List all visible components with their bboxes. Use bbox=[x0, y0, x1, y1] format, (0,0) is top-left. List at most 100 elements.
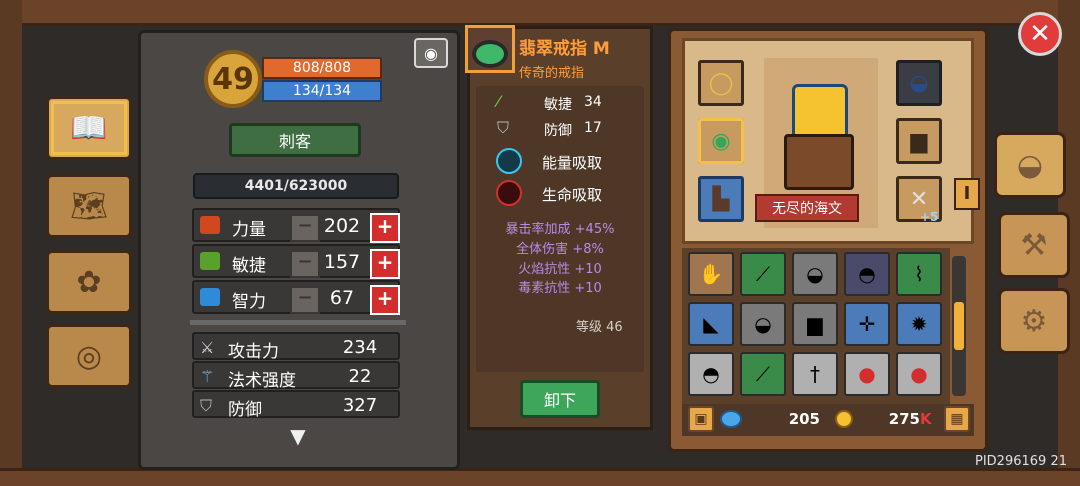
inventory-slot[interactable]: ⌇ bbox=[896, 252, 942, 296]
inventory-slot[interactable]: ⟋ bbox=[740, 352, 786, 396]
boots-slot[interactable]: ▙ bbox=[698, 176, 744, 222]
inventory-slot[interactable]: ⟋ bbox=[740, 252, 786, 296]
bow-icon: ⟋ bbox=[756, 262, 770, 286]
inventory-slot[interactable]: ▆ bbox=[792, 302, 838, 346]
ring-icon: ◉ bbox=[711, 128, 731, 154]
scrollbar-thumb[interactable] bbox=[954, 302, 964, 350]
coin-icon bbox=[835, 410, 853, 428]
attr-value: 22 bbox=[348, 366, 372, 387]
close-button[interactable]: ✕ bbox=[1018, 12, 1062, 56]
nav-map-button[interactable]: 🗺 bbox=[46, 174, 132, 238]
item-effect: 毒素抗性 +10 bbox=[518, 281, 602, 296]
helmet-icon: ◒ bbox=[909, 70, 929, 96]
screenshot-button[interactable]: ◉ bbox=[414, 38, 448, 68]
fist-icon bbox=[200, 216, 220, 234]
item-name: 翡翠戒指 M bbox=[519, 39, 610, 59]
tab-equipment[interactable]: ◒ bbox=[994, 132, 1066, 198]
item-effect: 火焰抗性 +10 bbox=[518, 262, 602, 277]
attr-row-defense: ⛉ 防御 327 bbox=[192, 390, 400, 420]
dagger-icon: † bbox=[810, 362, 820, 386]
wheel-icon: ◎ bbox=[75, 338, 103, 374]
xp-bar: 4401/623000 bbox=[193, 173, 399, 199]
scroll-down-arrow-icon[interactable]: ▼ bbox=[274, 424, 322, 448]
item-effect: 暴击率加成 +45% bbox=[505, 222, 615, 237]
sort-button[interactable]: ▦ bbox=[944, 406, 970, 432]
scroll-icon: ⌇ bbox=[914, 262, 924, 286]
stat-label: 敏捷 bbox=[232, 256, 266, 276]
nav-controller-button[interactable]: ◎ bbox=[46, 324, 132, 388]
item-subtitle: 传奇的戒指 bbox=[519, 66, 585, 81]
stat-label: 力量 bbox=[232, 220, 266, 240]
stat-plus-button[interactable]: + bbox=[370, 213, 400, 243]
item-grade: M bbox=[592, 39, 610, 59]
armor-icon: ▆ bbox=[807, 312, 823, 336]
shield-icon: ⛉ bbox=[200, 396, 213, 415]
inventory-slot[interactable]: ◒ bbox=[792, 252, 838, 296]
dual-swords-icon: ✕ bbox=[909, 186, 929, 212]
inventory-slot[interactable]: ✛ bbox=[844, 302, 890, 346]
bow-icon: ⟋ bbox=[756, 362, 770, 386]
attr-value: 327 bbox=[342, 395, 378, 416]
stat-plus-button[interactable]: + bbox=[370, 249, 400, 279]
life-drain-icon bbox=[496, 180, 522, 206]
helmet-slot[interactable]: ◒ bbox=[896, 60, 942, 106]
camera-icon: ◉ bbox=[424, 43, 438, 63]
gauntlet-icon: ✋ bbox=[698, 262, 724, 286]
armor-icon: ▆ bbox=[910, 128, 928, 154]
hammer-icon: ⚒ bbox=[1020, 227, 1048, 263]
inventory-slot[interactable]: ◓ bbox=[844, 252, 890, 296]
inventory-slot[interactable]: ◒ bbox=[740, 302, 786, 346]
stat-value: 157 bbox=[323, 251, 361, 273]
inventory-slot[interactable]: ◣ bbox=[688, 302, 734, 346]
cape-icon: ◣ bbox=[703, 312, 719, 336]
class-button[interactable]: 刺客 bbox=[229, 123, 361, 157]
sword-icon: ⚔ bbox=[200, 338, 215, 357]
armor-slot[interactable]: ▆ bbox=[896, 118, 942, 164]
item-prop-label: 敏捷 bbox=[544, 97, 572, 113]
tab-settings[interactable]: ⚙ bbox=[998, 288, 1070, 354]
grid-icon: ▦ bbox=[950, 411, 964, 427]
necklace-slot[interactable]: ◯ bbox=[698, 60, 744, 106]
inventory-slot[interactable]: ● bbox=[896, 352, 942, 396]
map-icon: 🗺 bbox=[69, 188, 109, 224]
weapon-bonus: +5 bbox=[920, 210, 939, 224]
character-head-icon bbox=[792, 84, 848, 140]
hp-bar: 808/808 bbox=[262, 57, 382, 79]
coin-suffix: K bbox=[920, 410, 932, 428]
paw-icon: ✿ bbox=[76, 264, 102, 300]
stat-label: 智力 bbox=[232, 292, 266, 312]
item-prop-value: 34 bbox=[584, 94, 602, 110]
inventory-slot[interactable]: † bbox=[792, 352, 838, 396]
inventory-slot[interactable]: ● bbox=[844, 352, 890, 396]
player-id: PID296169 21 bbox=[975, 454, 1067, 469]
nav-skills-button[interactable]: ✿ bbox=[46, 250, 132, 314]
crossbow-icon: ✛ bbox=[858, 312, 876, 336]
unequip-button[interactable]: 卸下 bbox=[520, 380, 600, 418]
feather-icon bbox=[200, 252, 220, 270]
cherry-icon: ● bbox=[910, 362, 928, 386]
ring-slot[interactable]: ◉ bbox=[698, 118, 744, 164]
tab-upgrade[interactable]: ⚒ bbox=[998, 212, 1070, 278]
book-icon: 📖 bbox=[70, 110, 108, 146]
inventory-slot[interactable]: ✋ bbox=[688, 252, 734, 296]
book-icon bbox=[200, 288, 220, 306]
stat-minus-button[interactable]: − bbox=[290, 214, 320, 242]
stat-plus-button[interactable]: + bbox=[370, 285, 400, 315]
inventory-slot[interactable]: ◓ bbox=[688, 352, 734, 396]
nav-journal-button[interactable]: 📖 bbox=[46, 96, 132, 160]
tab-marker: I bbox=[954, 178, 980, 210]
top-frame bbox=[0, 0, 1080, 26]
stat-value: 202 bbox=[323, 215, 361, 237]
level-badge: 49 bbox=[204, 50, 262, 108]
stat-minus-button[interactable]: − bbox=[290, 250, 320, 278]
lock-button[interactable]: ▣ bbox=[688, 406, 714, 432]
hood-icon: ◓ bbox=[702, 362, 720, 386]
inventory-slot[interactable]: ✹ bbox=[896, 302, 942, 346]
item-skill: 能量吸取 bbox=[542, 154, 603, 172]
item-effect: 全体伤害 +8% bbox=[516, 242, 604, 257]
inventory-scrollbar[interactable] bbox=[952, 256, 966, 396]
divider bbox=[190, 320, 406, 325]
energy-drain-icon bbox=[496, 148, 522, 174]
character-body-icon bbox=[784, 134, 854, 190]
stat-minus-button[interactable]: − bbox=[290, 286, 320, 314]
